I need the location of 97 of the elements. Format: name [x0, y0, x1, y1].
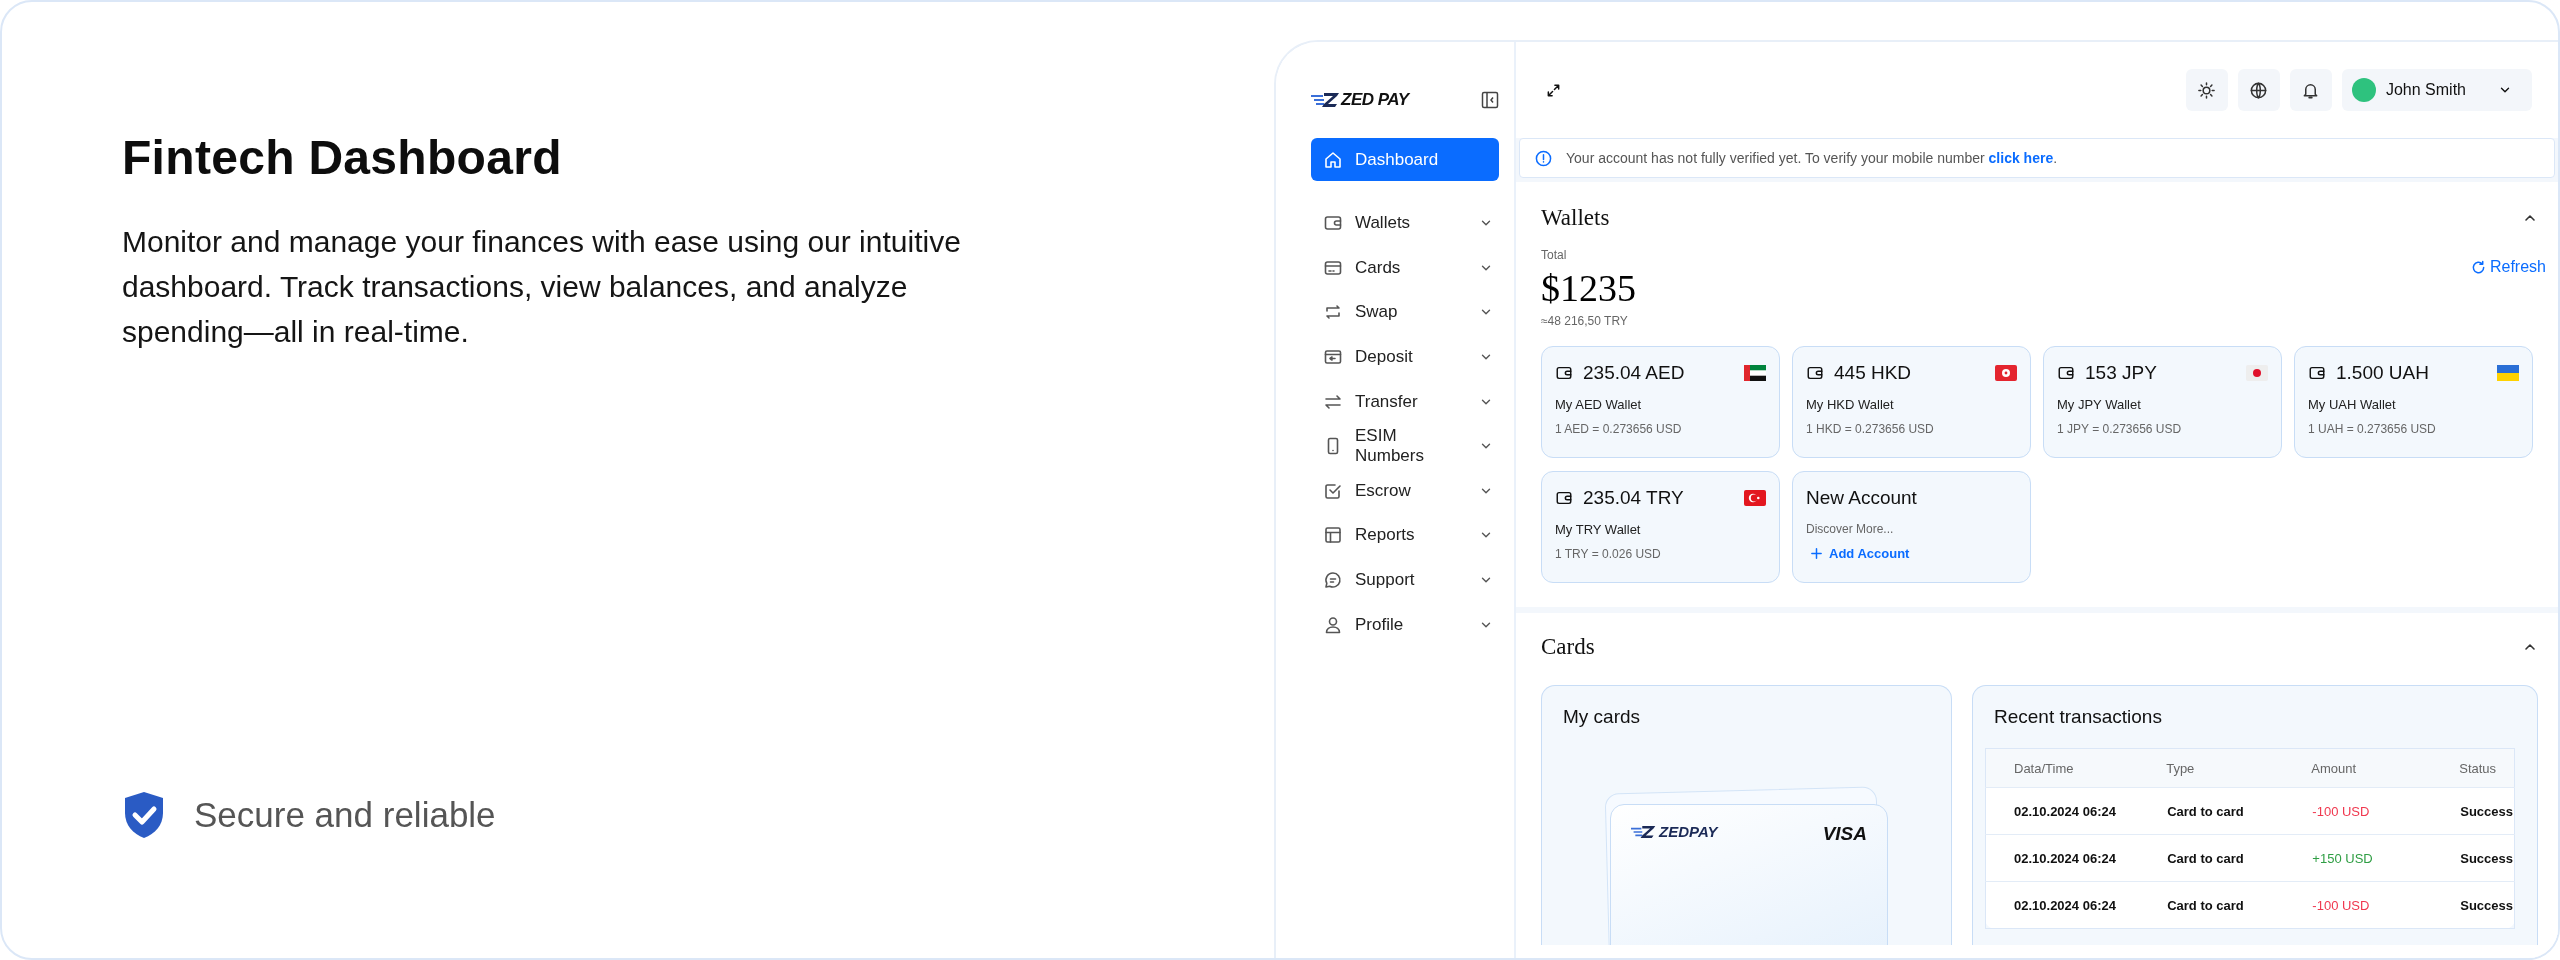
wallet-balance: 445 HKD — [1834, 362, 1913, 384]
feature-label: Secure and reliable — [194, 795, 496, 835]
amount-cell: -100 USD — [2311, 787, 2460, 835]
theme-toggle-button[interactable] — [2185, 69, 2228, 111]
table-cell: Success — [2459, 834, 2515, 882]
wallet-icon — [1806, 364, 1824, 382]
wallet-card[interactable]: 153 JPY My JPY Wallet 1 JPY = 0.273656 USD — [2043, 346, 2282, 458]
wallet-balance: 235.04 TRY — [1583, 487, 1685, 509]
sidebar-item[interactable]: Reports — [1311, 513, 1499, 558]
verification-message: Your account has not fully verified yet. To verify your mobile number click here. — [1566, 150, 2058, 166]
collapse-sidebar-icon[interactable] — [1481, 91, 1499, 109]
wallet-name: My AED Wallet — [1555, 397, 1643, 412]
avatar-icon — [2351, 78, 2376, 102]
table-cell: Card to card — [2166, 787, 2312, 835]
sidebar-item[interactable]: Cards — [1311, 245, 1499, 291]
bank-card[interactable]: ZEDPAY VISA — [1610, 804, 1888, 945]
logo-icon — [1311, 92, 1341, 108]
sidebar-item[interactable]: Swap — [1311, 290, 1499, 335]
wallet-icon — [2308, 364, 2326, 382]
exchange-rate: 1 HKD = 0.273656 USD — [1806, 422, 1935, 436]
wallet-name: My UAH Wallet — [2308, 397, 2397, 412]
logo-icon — [1631, 824, 1657, 839]
wallet-balance: 1.500 UAH — [2336, 362, 2430, 384]
section-title: Wallets — [1541, 205, 1610, 231]
exchange-rate: 1 JPY = 0.273656 USD — [2057, 422, 2183, 436]
wallet-icon — [2057, 364, 2075, 382]
sidebar-item[interactable]: Wallets — [1311, 201, 1499, 246]
wallet-balance: 153 JPY — [2085, 362, 2158, 384]
shield-check-icon — [122, 790, 166, 840]
plus-icon — [1810, 547, 1823, 560]
table-cell: Card to card — [2166, 881, 2312, 929]
table-cell: Success — [2459, 787, 2515, 835]
card-network: VISA — [1822, 823, 1867, 845]
sidebar-item[interactable]: Transfer — [1311, 379, 1499, 424]
sidebar-item[interactable]: ESIM Numbers — [1311, 423, 1499, 469]
column-header: Data/Time — [1985, 748, 2167, 788]
sidebar-item[interactable]: Escrow — [1311, 468, 1499, 514]
wallet-balance: 235.04 AED — [1583, 362, 1686, 384]
language-button[interactable] — [2237, 69, 2280, 111]
logo-text: ZED PAY — [1341, 90, 1409, 110]
wallet-card[interactable]: 235.04 TRY My TRY Wallet 1 TRY = 0.026 USD — [1541, 471, 1780, 583]
wallet-icon — [1555, 364, 1573, 382]
turkey-flag-icon — [1744, 490, 1766, 506]
exchange-rate: 1 UAH = 0.273656 USD — [2308, 422, 2437, 436]
table-cell: 02.10.2024 06:24 — [1985, 881, 2167, 929]
japan-flag-icon — [2246, 365, 2268, 381]
globe-icon — [2249, 80, 2269, 100]
wallet-icon — [1555, 489, 1573, 507]
page-title: Fintech Dashboard — [122, 130, 563, 185]
wallet-name: My JPY Wallet — [2057, 397, 2142, 412]
column-header: Status — [2459, 748, 2515, 788]
sun-icon — [2197, 80, 2217, 100]
table-cell: Success — [2459, 881, 2515, 929]
new-account-card[interactable]: New Account Discover More... Add Account — [1792, 471, 2031, 583]
amount-cell: -100 USD — [2311, 881, 2460, 929]
sidebar-item[interactable]: Support — [1311, 557, 1499, 603]
total-balance: $1235 — [1541, 266, 1636, 310]
add-account-button[interactable]: Add Account — [1806, 546, 1910, 561]
panel-title: My cards — [1563, 706, 1642, 728]
exchange-rate: 1 TRY = 0.026 USD — [1555, 547, 1662, 561]
table-cell: 02.10.2024 06:24 — [1985, 834, 2167, 882]
wallet-card[interactable]: 445 HKD My HKD Wallet 1 HKD = 0.273656 USD — [1792, 346, 2031, 458]
chat-icon — [1323, 570, 1343, 591]
column-header: Amount — [2311, 748, 2460, 788]
sidebar-item[interactable]: Dashboard — [1311, 138, 1499, 181]
exchange-rate: 1 AED = 0.273656 USD — [1555, 422, 1683, 436]
new-account-subtitle: Discover More... — [1806, 522, 1895, 536]
refresh-icon — [2470, 259, 2486, 275]
new-account-title: New Account — [1806, 487, 1918, 509]
wallet-card[interactable]: 235.04 AED My AED Wallet 1 AED = 0.273656 USD — [1541, 346, 1780, 458]
wallet-card[interactable]: 1.500 UAH My UAH Wallet 1 UAH = 0.273656 USD — [2294, 346, 2533, 458]
info-icon — [1535, 149, 1552, 167]
page-description: Monitor and manage your finances with ease using our intuitive dashboard. Track transactions, view balances, and analyze spending—all in real-time. — [122, 224, 962, 350]
sidebar-item[interactable]: Deposit — [1311, 334, 1499, 380]
notifications-button[interactable] — [2289, 69, 2332, 111]
card-brand: ZEDPAY — [1659, 823, 1718, 840]
table-cell: Card to card — [2166, 834, 2312, 882]
panel-title: Recent transactions — [1993, 706, 2163, 728]
verify-link[interactable]: click here — [1988, 150, 2054, 166]
total-label: Total — [1541, 248, 1568, 262]
user-menu-button[interactable]: John Smith — [2341, 69, 2532, 111]
refresh-button[interactable]: Refresh — [2470, 258, 2546, 276]
expand-icon[interactable] — [1546, 82, 1561, 98]
user-icon — [1323, 614, 1343, 635]
hong-kong-flag-icon — [1995, 365, 2017, 381]
converted-balance: ≈48 216,50 TRY — [1541, 314, 1629, 328]
ukraine-flag-icon — [2497, 365, 2519, 381]
table-cell: 02.10.2024 06:24 — [1985, 787, 2167, 835]
table-icon — [1323, 525, 1343, 546]
column-header: Type — [2166, 748, 2312, 788]
wallet-name: My HKD Wallet — [1806, 397, 1895, 412]
home-icon — [1323, 149, 1343, 170]
section-title: Cards — [1541, 634, 1595, 660]
uae-flag-icon — [1744, 365, 1766, 381]
wallet-name: My TRY Wallet — [1555, 522, 1642, 537]
amount-cell: +150 USD — [2311, 834, 2460, 882]
sidebar-item[interactable]: Profile — [1311, 602, 1499, 647]
